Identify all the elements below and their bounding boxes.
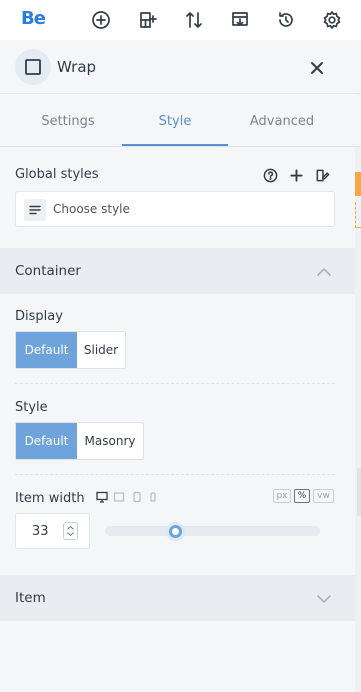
tablet-icon[interactable] bbox=[131, 491, 143, 503]
desktop-icon[interactable] bbox=[96, 491, 108, 503]
stepper-arrows-icon bbox=[67, 525, 74, 537]
element-header: Wrap bbox=[0, 40, 361, 94]
item-width-input[interactable]: 33 bbox=[15, 513, 90, 549]
close-panel-button[interactable] bbox=[306, 57, 328, 79]
sort-icon[interactable] bbox=[182, 8, 206, 32]
style-edit-icon[interactable] bbox=[314, 167, 330, 183]
chevron-up-icon bbox=[317, 268, 331, 276]
style-toggle: Default Masonry bbox=[15, 422, 144, 460]
item-width-label: Item width bbox=[15, 491, 85, 506]
element-title: Wrap bbox=[57, 58, 97, 76]
settings-icon[interactable] bbox=[320, 8, 344, 32]
item-width-slider-track[interactable] bbox=[105, 526, 320, 536]
display-label: Display bbox=[15, 309, 63, 324]
square-icon bbox=[25, 59, 41, 75]
top-toolbar: Be bbox=[0, 0, 361, 40]
style-masonry-button[interactable]: Masonry bbox=[77, 423, 143, 459]
canvas-element-outline bbox=[355, 172, 361, 196]
global-styles-label: Global styles bbox=[15, 167, 99, 182]
tab-settings[interactable]: Settings bbox=[15, 95, 121, 147]
display-default-button[interactable]: Default bbox=[16, 332, 77, 368]
divider bbox=[15, 383, 335, 384]
divider bbox=[15, 474, 335, 475]
help-icon[interactable] bbox=[262, 167, 278, 183]
unit-percent-button[interactable]: % bbox=[294, 489, 310, 503]
element-icon-badge bbox=[15, 49, 51, 85]
choose-style-select[interactable]: Choose style bbox=[15, 191, 335, 227]
container-section-title: Container bbox=[15, 263, 81, 279]
display-slider-button[interactable]: Slider bbox=[77, 332, 125, 368]
choose-style-placeholder: Choose style bbox=[53, 202, 130, 216]
plus-icon[interactable] bbox=[288, 167, 304, 183]
panel-resize-handle[interactable] bbox=[357, 468, 361, 516]
add-circle-icon[interactable] bbox=[89, 8, 113, 32]
app-logo[interactable]: Be bbox=[21, 8, 46, 29]
laptop-icon[interactable] bbox=[113, 491, 125, 503]
item-width-stepper[interactable] bbox=[63, 522, 78, 540]
item-section-title: Item bbox=[15, 590, 46, 606]
canvas-element-outline-dashed bbox=[355, 202, 361, 228]
item-section-header[interactable]: Item bbox=[0, 575, 355, 621]
style-label: Style bbox=[15, 400, 48, 415]
panel-tabs: Settings Style Advanced bbox=[0, 95, 361, 147]
add-layout-icon[interactable] bbox=[136, 8, 160, 32]
mobile-icon[interactable] bbox=[147, 491, 159, 503]
history-icon[interactable] bbox=[274, 8, 298, 32]
display-toggle: Default Slider bbox=[15, 331, 126, 369]
chevron-down-icon bbox=[317, 595, 331, 603]
tab-style[interactable]: Style bbox=[122, 95, 228, 147]
unit-px-button[interactable]: px bbox=[273, 489, 291, 503]
style-default-button[interactable]: Default bbox=[16, 423, 77, 459]
list-icon bbox=[24, 199, 46, 221]
active-tab-indicator bbox=[122, 144, 228, 146]
item-width-value: 33 bbox=[32, 524, 49, 539]
close-icon bbox=[311, 62, 323, 74]
container-section-header[interactable]: Container bbox=[0, 248, 355, 294]
item-width-slider-handle[interactable] bbox=[166, 522, 185, 541]
import-icon[interactable] bbox=[228, 8, 252, 32]
unit-vw-button[interactable]: vw bbox=[313, 489, 334, 503]
tab-advanced[interactable]: Advanced bbox=[229, 95, 335, 147]
